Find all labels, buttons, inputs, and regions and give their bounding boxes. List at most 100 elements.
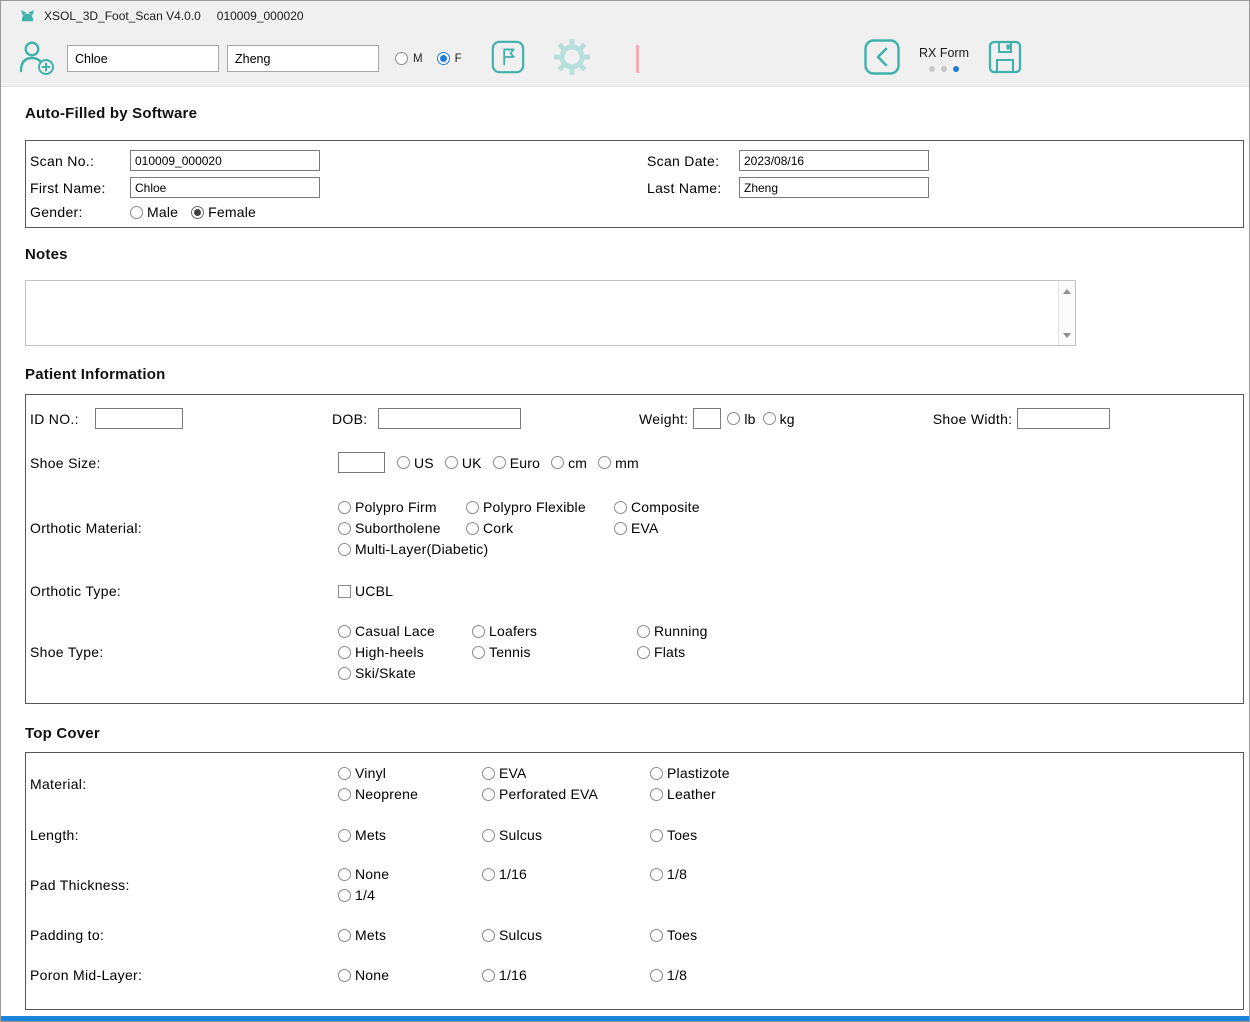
radio-us[interactable]: US [397,455,434,471]
radio-composite[interactable]: Composite [614,499,700,515]
option-label: 1/8 [667,967,687,983]
radio-uk[interactable]: UK [445,455,482,471]
first-name-field[interactable] [130,177,320,198]
shoe-width-input[interactable] [1017,408,1110,429]
window-title: XSOL_3D_Foot_Scan V4.0.0 [44,9,201,23]
option-label: EVA [631,520,659,536]
radio-vinyl[interactable]: Vinyl [338,765,482,781]
radio-glyph [338,969,351,982]
option-label: Subortholene [355,520,441,536]
radio-glyph [395,52,408,65]
tag-button[interactable] [490,39,526,78]
weight-input[interactable] [693,408,721,429]
id-no-input[interactable] [95,408,183,429]
option-label: cm [568,455,587,471]
shoe-size-label: Shoe Size: [30,455,338,471]
material-options: VinylEVA Plastizote NeoprenePerforated EVA… [338,765,730,802]
radio-1-8[interactable]: 1/8 [650,866,687,882]
person-add-icon [17,38,55,79]
notes-textarea[interactable] [26,281,1057,345]
radio-eva[interactable]: EVA [614,520,700,536]
radio-cm[interactable]: cm [551,455,587,471]
first-name-input[interactable] [67,45,219,72]
radio-high-heels[interactable]: High-heels [338,644,472,660]
radio-mets[interactable]: Mets [338,927,482,943]
gender-radio-f[interactable]: F [437,52,462,65]
radio-mets[interactable]: Mets [338,827,482,843]
radio-tennis[interactable]: Tennis [472,644,637,660]
radio-female[interactable]: Female [191,204,256,220]
weight-unit-options: lbkg [727,411,794,427]
length-label: Length: [30,827,338,843]
weight-label: Weight: [639,411,688,427]
radio-eva[interactable]: EVA [482,765,650,781]
shoe-size-input[interactable] [338,452,385,473]
window-bottom-border [1,1016,1249,1021]
gender-radio-m[interactable]: M [395,52,423,65]
settings-button[interactable] [552,37,592,80]
id-no-label: ID NO.: [30,411,95,427]
padding-to-options: MetsSulcusToes [338,927,697,943]
page-dot[interactable] [929,66,935,72]
radio-1-16[interactable]: 1/16 [482,866,650,882]
option-label: None [355,967,389,983]
add-patient-button[interactable] [17,38,55,79]
last-name-input[interactable] [227,45,379,72]
radio-glyph [338,889,351,902]
orthotic-material-label: Orthotic Material: [30,520,338,536]
radio-sulcus[interactable]: Sulcus [482,927,650,943]
radio-1-16[interactable]: 1/16 [482,967,650,983]
radio-sulcus[interactable]: Sulcus [482,827,650,843]
notes-scrollbar[interactable] [1058,281,1075,345]
radio-polypro-flexible[interactable]: Polypro Flexible [466,499,614,515]
radio-mm[interactable]: mm [598,455,639,471]
radio-casual-lace[interactable]: Casual Lace [338,623,472,639]
radio-lb[interactable]: lb [727,411,755,427]
radio-polypro-firm[interactable]: Polypro Firm [338,499,466,515]
scan-date-input[interactable] [739,150,929,171]
option-label: Polypro Firm [355,499,437,515]
radio-flats[interactable]: Flats [637,644,708,660]
scan-no-input[interactable] [130,150,320,171]
dob-input[interactable] [378,408,521,429]
scroll-down-button[interactable] [1060,328,1075,342]
radio-none[interactable]: None [338,866,482,882]
option-label: Composite [631,499,700,515]
back-button[interactable] [863,38,901,79]
radio-male[interactable]: Male [130,204,178,220]
radio-subortholene[interactable]: Subortholene [338,520,466,536]
save-button[interactable] [987,39,1023,78]
radio-running[interactable]: Running [637,623,708,639]
option-label: Loafers [489,623,537,639]
option-label: Male [147,204,178,220]
radio-toes[interactable]: Toes [650,827,697,843]
radio-plastizote[interactable]: Plastizote [650,765,730,781]
radio-glyph [482,767,495,780]
scroll-up-button[interactable] [1060,284,1075,298]
radio-1-8[interactable]: 1/8 [650,967,687,983]
last-name-field[interactable] [739,177,929,198]
radio-cork[interactable]: Cork [466,520,614,536]
radio-neoprene[interactable]: Neoprene [338,786,482,802]
gender-label: Gender: [30,204,130,220]
radio-1-4[interactable]: 1/4 [338,887,482,903]
last-name-label: Last Name: [647,180,739,196]
radio-leather[interactable]: Leather [650,786,730,802]
radio-perforated-eva[interactable]: Perforated EVA [482,786,650,802]
radio-glyph [598,456,611,469]
page-dot[interactable] [941,66,947,72]
radio-multi-layer-diabetic[interactable]: Multi-Layer(Diabetic) [338,541,466,557]
radio-loafers[interactable]: Loafers [472,623,637,639]
gear-icon [552,37,592,80]
radio-toes[interactable]: Toes [650,927,697,943]
option-label: Plastizote [667,765,730,781]
option-label: UCBL [355,583,393,599]
radio-ski-skate[interactable]: Ski/Skate [338,665,472,681]
radio-none[interactable]: None [338,967,482,983]
triangle-down-icon [1063,333,1071,338]
page-dot-active[interactable] [953,66,959,72]
radio-euro[interactable]: Euro [493,455,540,471]
radio-glyph [466,522,479,535]
radio-kg[interactable]: kg [763,411,795,427]
checkbox-ucbl[interactable]: UCBL [338,583,482,599]
